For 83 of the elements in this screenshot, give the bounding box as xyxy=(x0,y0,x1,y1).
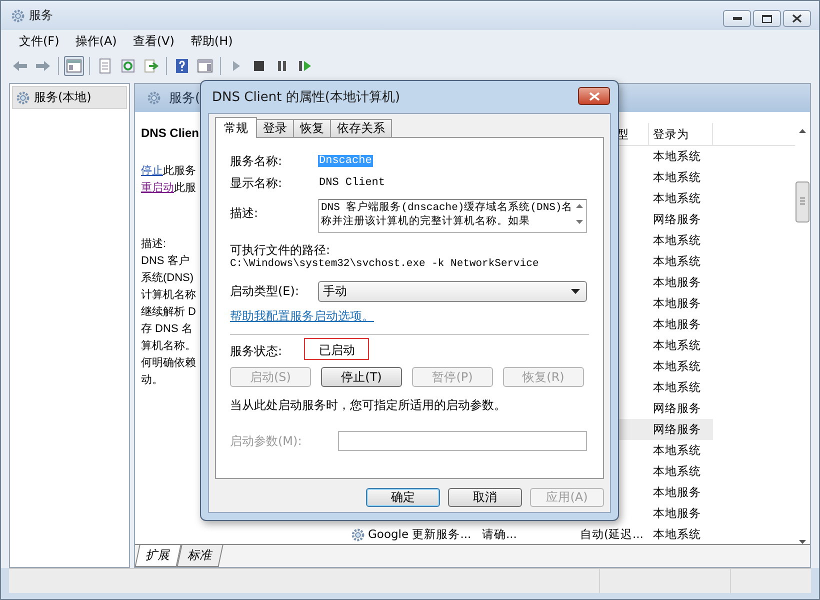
refresh-icon xyxy=(120,58,136,74)
hint-text: 当从此处启动服务时，您可指定所适用的启动参数。 xyxy=(230,397,506,414)
service-name-value: Dnscache xyxy=(318,155,373,167)
column-header[interactable]: 登录为 xyxy=(649,123,713,145)
panel-title: 服务( xyxy=(169,90,200,107)
table-cell-text: 本地系统 xyxy=(652,442,702,459)
table-cell: 自动(延迟... xyxy=(580,527,644,542)
table-cell-text: 本地系统 xyxy=(652,463,702,480)
description-text: 动。 xyxy=(141,373,163,388)
view-tab[interactable]: 标准 xyxy=(176,545,224,567)
field-label: 服务状态: xyxy=(230,342,284,360)
description-field[interactable]: DNS 客户端服务(dnscache)缓存域名系统(DNS)名称并注册该计算机的完整计算机名称。如果 xyxy=(318,199,587,233)
window-title: 服务 xyxy=(29,7,53,24)
caret-icon xyxy=(571,288,580,294)
service-button[interactable]: 停止(T) xyxy=(321,367,402,387)
close-button[interactable] xyxy=(783,10,811,27)
field-label: 可执行文件的路径: xyxy=(230,242,330,258)
dialog-button[interactable]: 确定 xyxy=(366,488,440,507)
services-icon xyxy=(147,91,161,105)
action-link[interactable]: 停止 xyxy=(141,163,163,178)
maximize-button[interactable] xyxy=(753,10,781,27)
help-icon xyxy=(174,58,190,74)
description-text: 存 DNS 名 xyxy=(141,322,192,337)
document-icon xyxy=(97,58,113,74)
table-cell-text: 本地系统 xyxy=(652,526,702,543)
panel-icon xyxy=(66,58,82,74)
field-label: 启动类型(E): xyxy=(230,282,300,300)
table-cell: 请确... xyxy=(482,527,517,542)
close-icon xyxy=(792,14,802,23)
menu-item[interactable]: 文件(F) xyxy=(11,30,68,52)
action-link[interactable]: 重启动 xyxy=(141,180,174,195)
table-cell-text: 本地系统 xyxy=(652,232,702,249)
path-value: C:\Windows\system32\svchost.exe -k NetworkService xyxy=(230,258,539,272)
minimize-button[interactable] xyxy=(723,10,751,27)
right-arrow-icon xyxy=(35,58,51,74)
export-icon xyxy=(143,58,159,74)
field-label: 服务名称: xyxy=(230,152,284,170)
menu-item[interactable]: 帮助(H) xyxy=(182,30,241,52)
description-text: 系统(DNS) xyxy=(141,270,194,286)
display-name-value: DNS Client xyxy=(318,177,386,189)
close-button[interactable] xyxy=(578,87,610,105)
field-label: 描述: xyxy=(230,205,260,222)
table-cell-text: 本地服务 xyxy=(652,295,702,312)
field-label: 显示名称: xyxy=(230,174,284,192)
view-tab[interactable]: 扩展 xyxy=(134,545,182,567)
startup-type-dropdown[interactable]: 手动 xyxy=(318,280,587,302)
link-suffix: 此服 xyxy=(174,181,196,195)
dialog-tab[interactable]: 依存关系 xyxy=(330,119,392,137)
description-text: DNS 客户 xyxy=(141,254,190,269)
tree-item[interactable]: 服务(本地) xyxy=(12,86,127,109)
help-link[interactable]: 帮助我配置服务启动选项。 xyxy=(230,308,374,325)
dialog-button[interactable]: 取消 xyxy=(448,488,522,507)
table-row[interactable]: Google 更新服务... 请确... 自动(延迟... 本地系统 xyxy=(341,524,713,545)
dialog-title: DNS Client 的属性(本地计算机) xyxy=(212,89,400,106)
field-label: 启动参数(M): xyxy=(230,432,303,450)
description-text: 描述: xyxy=(141,237,166,252)
description-text: 继续解析 D xyxy=(141,305,196,320)
minimize-icon xyxy=(732,17,742,20)
left-arrow-icon xyxy=(12,58,28,74)
table-cell-text: 本地服务 xyxy=(652,274,702,291)
close-icon xyxy=(588,92,600,100)
menu-item[interactable]: 操作(A) xyxy=(67,30,125,52)
services-icon xyxy=(11,8,25,22)
dialog-tab[interactable]: 常规 xyxy=(215,117,257,138)
status-value: 已启动 xyxy=(304,338,369,360)
maximize-icon xyxy=(762,14,772,22)
description-text: 何明确依赖 xyxy=(141,356,196,371)
service-title: DNS Clien xyxy=(141,126,200,140)
description-text: 算机名称。 xyxy=(141,339,196,354)
dialog-tab[interactable]: 登录 xyxy=(256,119,294,137)
resume-icon xyxy=(297,58,313,74)
description-text: 计算机名称 xyxy=(141,288,196,303)
table-cell-text: 网络服务 xyxy=(652,421,702,438)
panel-icon xyxy=(197,58,213,74)
services-icon xyxy=(16,90,30,104)
table-cell-text: 本地服务 xyxy=(652,505,702,522)
table-cell: Google 更新服务... xyxy=(368,527,472,542)
stop-icon xyxy=(251,58,267,74)
show-tree-button[interactable] xyxy=(64,56,84,76)
gear-icon xyxy=(351,528,365,542)
link-suffix: 此服务 xyxy=(163,164,196,178)
menu-item[interactable]: 查看(V) xyxy=(124,30,182,52)
dialog-tab[interactable]: 恢复 xyxy=(293,119,331,137)
